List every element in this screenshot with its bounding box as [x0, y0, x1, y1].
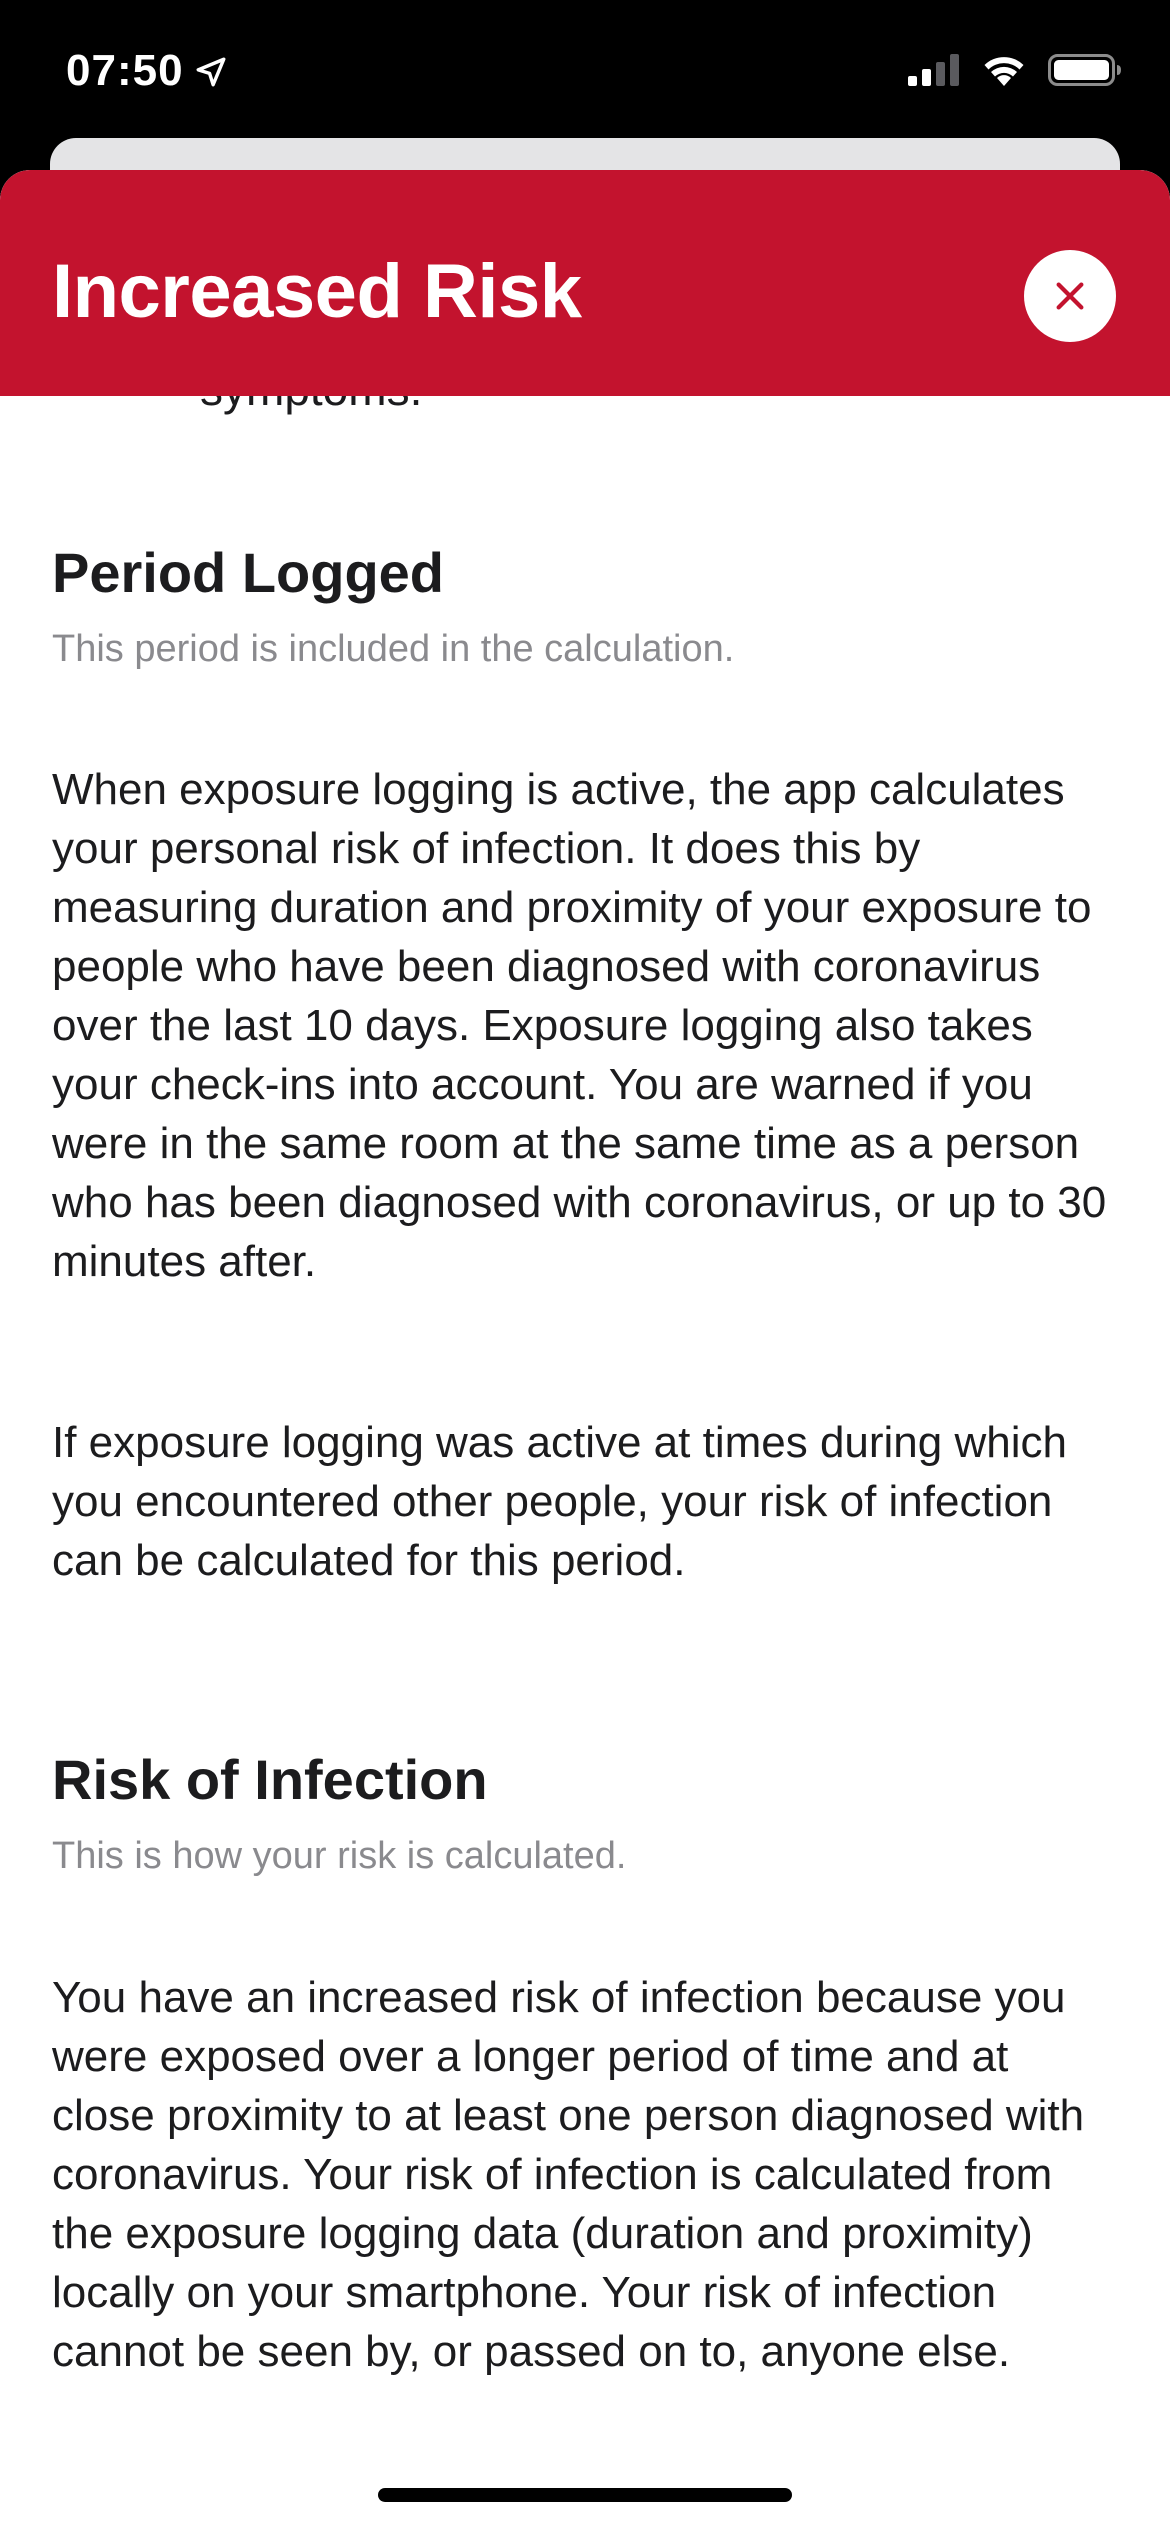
section-subtitle-risk-of-infection: This is how your risk is calculated.: [52, 1835, 627, 1877]
close-button[interactable]: [1024, 250, 1116, 342]
modal-header: Increased Risk: [0, 170, 1170, 396]
section-title-risk-of-infection: Risk of Infection: [52, 1748, 488, 1811]
status-time: 07:50: [66, 46, 228, 96]
cellular-signal-icon: [908, 54, 959, 86]
location-arrow-icon: [196, 57, 225, 87]
screen: 07:50 s: [0, 0, 1170, 2532]
home-indicator[interactable]: [378, 2488, 792, 2502]
section-subtitle-period-logged: This period is included in the calculati…: [52, 628, 735, 670]
status-indicators: [906, 52, 1122, 88]
modal-content: symptoms. Period Logged This period is i…: [0, 170, 1170, 2532]
wifi-icon: [984, 57, 1024, 86]
modal-title: Increased Risk: [52, 249, 582, 334]
risk-of-infection-paragraph-1: You have an increased risk of infection …: [52, 1973, 1085, 2376]
section-title-period-logged: Period Logged: [52, 541, 444, 604]
increased-risk-modal: symptoms. Period Logged This period is i…: [0, 170, 1170, 2532]
status-bar: 07:50: [0, 0, 1170, 140]
clock: 07:50: [66, 46, 184, 95]
period-logged-paragraph-2: If exposure logging was active at times …: [52, 1418, 1067, 1585]
close-icon: [1056, 282, 1084, 310]
period-logged-paragraph-1: When exposure logging is active, the app…: [52, 765, 1107, 1286]
battery-icon: [1048, 54, 1121, 86]
